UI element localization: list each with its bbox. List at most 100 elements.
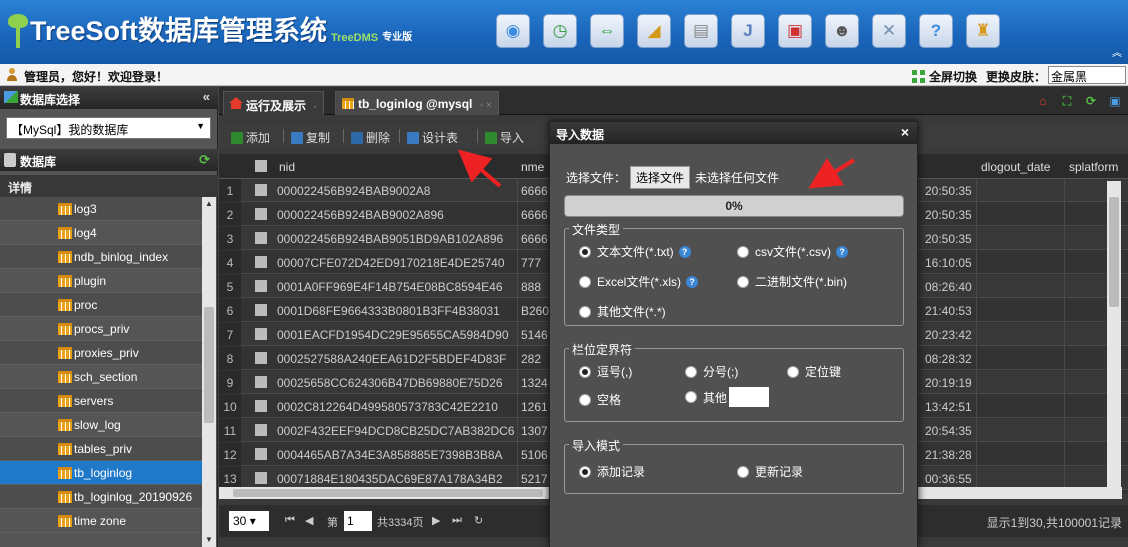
radio-comma[interactable]: 逗号(,) bbox=[579, 363, 632, 380]
fullscreen-toggle[interactable]: 全屏切换 bbox=[912, 68, 977, 85]
last-page-icon[interactable]: ⏭ bbox=[452, 514, 462, 527]
tab-run-display[interactable]: 运行及展示 ◦ bbox=[223, 91, 324, 115]
radio-txt[interactable]: 文本文件(*.txt) ? bbox=[579, 243, 691, 260]
column-header-splatform[interactable]: splatform bbox=[1069, 160, 1118, 174]
vscroll-thumb[interactable] bbox=[1109, 197, 1119, 307]
radio-other-file[interactable]: 其他文件(*.*) bbox=[579, 303, 666, 320]
radio-tab[interactable]: 定位键 bbox=[787, 363, 841, 380]
scroll-up-icon[interactable]: ▲ bbox=[205, 199, 213, 208]
home-icon[interactable]: ⌂ bbox=[1034, 92, 1052, 110]
window-icon[interactable]: ▣ bbox=[1106, 92, 1124, 110]
tree-item-table[interactable]: sch_section bbox=[0, 365, 202, 389]
row-checkbox[interactable] bbox=[255, 184, 267, 196]
tab-close-icon[interactable]: ◦ bbox=[313, 102, 317, 113]
first-page-icon[interactable]: ⏮ bbox=[285, 514, 295, 527]
row-checkbox[interactable] bbox=[255, 208, 267, 220]
radio-add-records[interactable]: 添加记录 bbox=[579, 463, 645, 480]
document-icon[interactable]: ▤ bbox=[684, 14, 718, 48]
collapse-icon[interactable]: « bbox=[203, 89, 210, 104]
help-icon[interactable]: ? bbox=[686, 275, 699, 288]
row-checkbox[interactable] bbox=[255, 448, 267, 460]
tree-item-table[interactable]: servers bbox=[0, 389, 202, 413]
grid-vertical-scrollbar[interactable] bbox=[1107, 181, 1121, 487]
tree-item-table[interactable]: slow_log bbox=[0, 413, 202, 437]
chart-icon[interactable]: ◢ bbox=[637, 14, 671, 48]
hscroll-thumb[interactable] bbox=[233, 489, 543, 497]
clock-icon[interactable]: ◷ bbox=[543, 14, 577, 48]
tree-item-table[interactable]: time zone bbox=[0, 509, 202, 533]
row-checkbox[interactable] bbox=[255, 328, 267, 340]
tree-item-table[interactable]: log3 bbox=[0, 197, 202, 221]
radio-space[interactable]: 空格 bbox=[579, 391, 621, 408]
help-icon[interactable]: ? bbox=[836, 245, 848, 258]
radio-update-records[interactable]: 更新记录 bbox=[737, 463, 803, 480]
other-delimiter-input[interactable] bbox=[729, 387, 770, 407]
radio-csv[interactable]: csv文件(*.csv) ? bbox=[737, 243, 848, 260]
row-checkbox[interactable] bbox=[255, 424, 267, 436]
close-icon[interactable]: × bbox=[901, 124, 909, 140]
radio-other-delimiter[interactable]: 其他 bbox=[685, 387, 770, 407]
fullscreen-icon[interactable]: ⛶ bbox=[1058, 92, 1076, 110]
page-size-select[interactable]: 30 ▾ bbox=[229, 511, 269, 531]
row-checkbox[interactable] bbox=[255, 304, 267, 316]
delete-button[interactable]: 删除 bbox=[351, 129, 390, 146]
tools-icon[interactable]: ✕ bbox=[872, 14, 906, 48]
tab-close-icon[interactable]: ◦ × bbox=[480, 100, 492, 111]
tree-scroll-thumb[interactable] bbox=[204, 307, 214, 423]
column-header-nid[interactable]: nid bbox=[279, 160, 295, 174]
tab-tb-loginlog[interactable]: tb_loginlog @mysql ◦ × bbox=[335, 91, 499, 115]
user-icon[interactable]: ☻ bbox=[825, 14, 859, 48]
reload-icon[interactable]: ↻ bbox=[474, 514, 483, 527]
column-header-nme[interactable]: nme bbox=[521, 160, 544, 174]
tree-item-table[interactable]: procs_priv bbox=[0, 317, 202, 341]
help-icon[interactable]: ? bbox=[919, 14, 953, 48]
chevron-up-icon[interactable]: ︽ bbox=[1112, 44, 1122, 59]
tree-scrollbar[interactable]: ▲ ▼ bbox=[202, 197, 216, 547]
row-checkbox[interactable] bbox=[255, 232, 267, 244]
detail-node[interactable]: 详情 bbox=[0, 175, 218, 197]
refresh-icon[interactable]: ⟳ bbox=[1082, 92, 1100, 110]
select-all-checkbox[interactable] bbox=[255, 160, 267, 172]
log-icon[interactable]: ▣ bbox=[778, 14, 812, 48]
radio-semicolon[interactable]: 分号(;) bbox=[685, 363, 738, 380]
tree-item-table[interactable]: tables_priv bbox=[0, 437, 202, 461]
lock-icon[interactable]: ♜ bbox=[966, 14, 1000, 48]
choose-file-button[interactable]: 选择文件 bbox=[630, 166, 691, 189]
row-checkbox[interactable] bbox=[255, 472, 267, 484]
row-checkbox[interactable] bbox=[255, 400, 267, 412]
database-dropdown[interactable]: 【MySql】我的数据库 ▼ bbox=[6, 117, 211, 139]
row-checkbox[interactable] bbox=[255, 376, 267, 388]
refresh-icon[interactable]: ⟳ bbox=[199, 152, 210, 168]
column-header-dlogout-date[interactable]: dlogout_date bbox=[981, 160, 1050, 174]
tree-item-table[interactable]: proxies_priv bbox=[0, 341, 202, 365]
radio-bin[interactable]: 二进制文件(*.bin) bbox=[737, 273, 847, 290]
j-icon[interactable]: J bbox=[731, 14, 765, 48]
scroll-down-icon[interactable]: ▼ bbox=[205, 535, 213, 544]
import-button[interactable]: 导入 bbox=[485, 129, 524, 146]
cell-time: 00:36:55 bbox=[925, 472, 972, 486]
page-number-input[interactable]: 1 bbox=[344, 511, 372, 531]
tree-item-table[interactable]: plugin bbox=[0, 269, 202, 293]
sync-arrows-icon[interactable]: ⇔ bbox=[590, 14, 624, 48]
next-page-icon[interactable]: ▶ bbox=[432, 514, 440, 527]
radio-icon bbox=[737, 465, 749, 478]
copy-button[interactable]: 复制 bbox=[291, 129, 330, 146]
tree-item-table[interactable]: tb_loginlog bbox=[0, 461, 202, 485]
row-checkbox[interactable] bbox=[255, 352, 267, 364]
add-button[interactable]: 添加 bbox=[231, 129, 270, 146]
help-icon[interactable]: ? bbox=[678, 245, 691, 258]
refresh-globe-icon[interactable]: ◉ bbox=[496, 14, 530, 48]
tree-item-table[interactable]: tb_loginlog_20190926 bbox=[0, 485, 202, 509]
tree-item-table[interactable]: log4 bbox=[0, 221, 202, 245]
skin-select[interactable]: 金属黑 bbox=[1048, 66, 1126, 84]
row-checkbox[interactable] bbox=[255, 256, 267, 268]
cell-nme: 6666 bbox=[521, 208, 548, 222]
design-table-button[interactable]: 设计表 bbox=[407, 129, 458, 146]
import-mode-legend: 导入模式 bbox=[569, 437, 624, 454]
row-checkbox[interactable] bbox=[255, 280, 267, 292]
tree-item-table[interactable]: proc bbox=[0, 293, 202, 317]
prev-page-icon[interactable]: ◀ bbox=[305, 514, 313, 527]
tree-item-table[interactable]: ndb_binlog_index bbox=[0, 245, 202, 269]
radio-xls[interactable]: Excel文件(*.xls) ? bbox=[579, 273, 699, 290]
file-type-legend: 文件类型 bbox=[569, 221, 624, 238]
